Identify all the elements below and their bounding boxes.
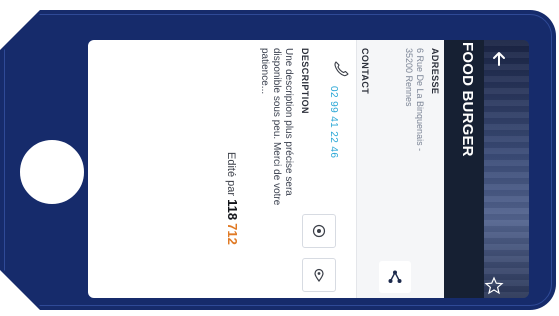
card-holder-hole [20, 140, 84, 204]
share-icon [388, 270, 402, 283]
description-text: Une description plus précise sera dispon… [259, 48, 294, 206]
brand-part1: 118 [225, 199, 240, 221]
map-button[interactable] [302, 258, 336, 292]
phone-number-link[interactable]: 02 99 41 22 46 [328, 86, 339, 158]
directions-button[interactable] [302, 214, 336, 248]
page-title: FOOD BURGER [459, 42, 476, 157]
phone-screen: FOOD BURGER ADRESSE 6 Rue De La Binquena… [88, 40, 529, 298]
arrow-up-icon[interactable] [490, 50, 508, 68]
share-button[interactable] [379, 261, 411, 293]
address-value: 6 Rue De La Binquenais - 35200 Rennes [404, 48, 425, 152]
edited-by: Edité par 118 712 [225, 152, 240, 245]
header-band [444, 40, 529, 298]
brand-part2: 712 [225, 223, 240, 245]
description-label: DESCRIPTION [300, 48, 310, 114]
phone-icon [332, 60, 350, 78]
directions-icon [312, 224, 326, 238]
address-label: ADRESSE [430, 48, 440, 95]
contact-label: CONTACT [360, 48, 370, 95]
star-icon[interactable] [484, 276, 504, 296]
edited-by-prefix: Edité par [225, 152, 237, 197]
map-pin-icon [314, 268, 324, 283]
